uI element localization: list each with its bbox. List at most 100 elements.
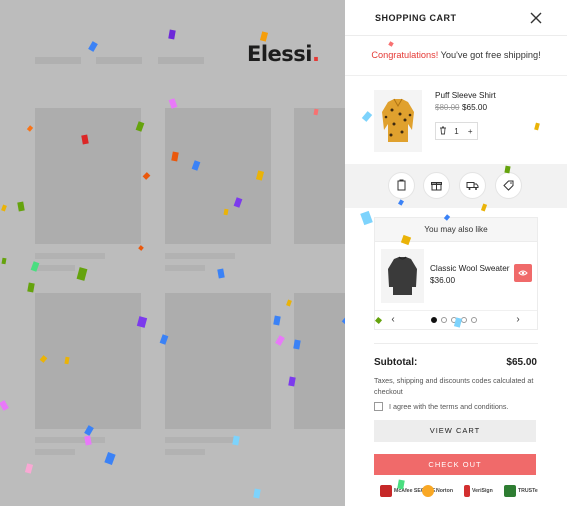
confetti-piece	[259, 31, 269, 42]
confetti-piece	[135, 121, 145, 132]
nav-placeholder	[96, 57, 142, 64]
product-placeholder	[294, 108, 345, 244]
confetti-piece	[273, 315, 281, 326]
confetti-piece	[217, 268, 225, 279]
product-placeholder	[35, 293, 141, 429]
carousel-dot[interactable]	[441, 317, 447, 323]
cart-title: SHOPPING CART	[375, 13, 457, 23]
confetti-piece	[24, 463, 34, 474]
sweater-image	[381, 249, 424, 303]
upsell-title: You may also like	[375, 218, 537, 242]
carousel-dot[interactable]	[431, 317, 437, 323]
quantity-value[interactable]: 1	[450, 127, 464, 136]
product-placeholder	[165, 293, 271, 429]
note-icon	[397, 179, 406, 191]
text-placeholder	[165, 253, 235, 259]
coupon-button[interactable]	[495, 172, 522, 199]
confetti-piece	[388, 41, 394, 47]
confetti-piece	[81, 134, 89, 145]
confetti-piece	[1, 204, 7, 212]
gift-icon	[431, 182, 442, 191]
eye-icon	[518, 270, 528, 276]
confetti-piece	[84, 435, 92, 446]
checkout-button[interactable]: CHECK OUT	[374, 454, 536, 475]
shipping-text: You've got free shipping!	[438, 50, 541, 60]
terms-label: I agree with the terms and conditions.	[389, 402, 509, 411]
cart-tools	[345, 164, 567, 208]
confetti-piece	[27, 282, 35, 293]
subtotal-value: $65.00	[506, 357, 537, 368]
shield-icon	[504, 485, 516, 497]
text-placeholder	[35, 253, 105, 259]
gift-wrap-button[interactable]	[423, 172, 450, 199]
terms-checkbox[interactable]	[374, 402, 383, 411]
confetti-piece	[168, 29, 176, 40]
confetti-piece	[286, 299, 292, 307]
carousel-prev-button[interactable]: ‹	[387, 314, 399, 325]
coupon-tag-icon	[503, 180, 514, 191]
norton-badge: Norton	[422, 483, 453, 499]
text-placeholder	[35, 437, 105, 443]
shipping-truck-icon	[466, 182, 479, 190]
remove-item-button[interactable]	[436, 126, 450, 137]
product-name-link[interactable]: Puff Sleeve Shirt	[435, 91, 496, 100]
product-placeholder	[35, 108, 141, 244]
confetti-piece	[360, 210, 373, 226]
confetti-piece	[136, 316, 148, 328]
trash-icon	[439, 126, 446, 134]
text-placeholder	[165, 437, 235, 443]
product-thumbnail[interactable]	[374, 90, 422, 152]
truste-badge: TRUSTe	[504, 483, 538, 499]
cart-drawer: SHOPPING CART Congratulations! You've go…	[345, 0, 567, 506]
text-placeholder	[165, 449, 205, 455]
shipping-progress-bar	[345, 75, 567, 76]
quantity-stepper: 1 +	[435, 122, 478, 140]
tax-note: Taxes, shipping and discounts codes calc…	[374, 376, 534, 396]
view-cart-button[interactable]: VIEW CART	[374, 420, 536, 442]
sale-price: $65.00	[462, 103, 488, 112]
shipping-estimate-button[interactable]	[459, 172, 486, 199]
upsell-product-name[interactable]: Classic Wool Sweater	[430, 264, 509, 273]
divider	[374, 343, 538, 344]
close-icon	[530, 12, 542, 24]
carousel-next-button[interactable]: ›	[512, 314, 524, 325]
nav-placeholder	[35, 57, 81, 64]
congrats-text: Congratulations!	[371, 50, 439, 60]
shield-icon	[380, 485, 392, 497]
original-price: $80.00	[435, 103, 460, 112]
confetti-piece	[253, 488, 261, 499]
confetti-piece	[361, 111, 373, 122]
trust-badges: McAfee SECURE Norton VeriSign TRUSTe	[380, 483, 540, 499]
upsell-product-thumbnail[interactable]	[381, 249, 424, 303]
close-cart-button[interactable]	[527, 9, 545, 27]
increase-quantity-button[interactable]: +	[463, 127, 477, 136]
cart-header: SHOPPING CART	[345, 0, 567, 36]
confetti-piece	[142, 172, 151, 180]
verisign-badge: VeriSign	[464, 483, 493, 499]
upsell-carousel: You may also like Classic Wool Sweater $…	[374, 217, 538, 330]
text-placeholder	[165, 265, 205, 271]
shirt-image	[374, 90, 422, 152]
confetti-piece	[1, 257, 7, 265]
nav-placeholder	[158, 57, 204, 64]
text-placeholder	[35, 265, 75, 271]
subtotal-label: Subtotal:	[374, 357, 418, 368]
free-shipping-message: Congratulations! You've got free shippin…	[345, 50, 567, 60]
terms-agreement: I agree with the terms and conditions.	[374, 402, 508, 411]
site-logo: Elessi.	[247, 42, 320, 66]
text-placeholder	[35, 449, 75, 455]
order-note-button[interactable]	[388, 172, 415, 199]
check-icon	[422, 485, 434, 497]
confetti-piece	[0, 400, 9, 411]
upsell-product-price: $36.00	[430, 276, 456, 285]
page-overlay[interactable]: Elessi.	[0, 0, 345, 506]
product-placeholder	[165, 108, 271, 244]
quick-view-button[interactable]	[514, 264, 532, 282]
confetti-piece	[26, 125, 34, 132]
check-icon	[464, 485, 470, 497]
confetti-piece	[76, 267, 88, 281]
carousel-dot[interactable]	[471, 317, 477, 323]
confetti-piece	[232, 435, 240, 446]
confetti-piece	[138, 245, 144, 251]
product-placeholder	[294, 293, 345, 429]
